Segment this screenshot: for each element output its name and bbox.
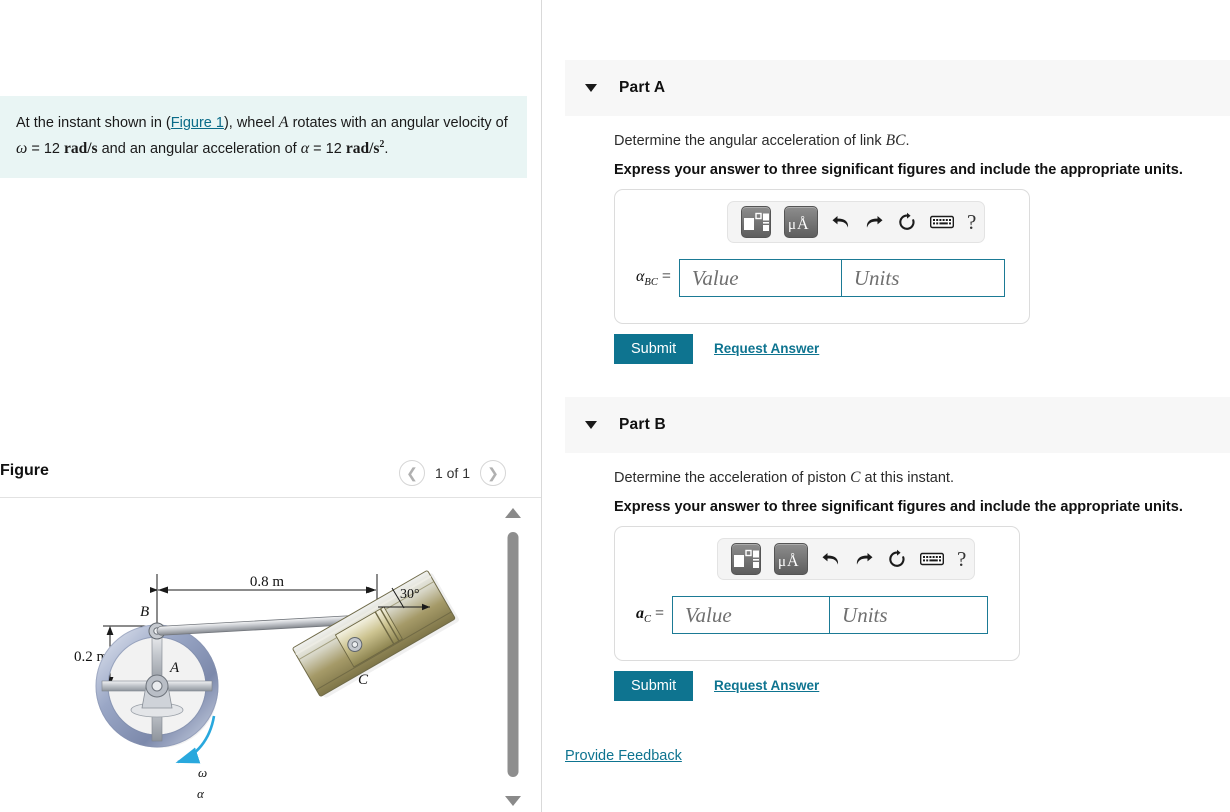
- undo-arrow-icon[interactable]: [821, 547, 841, 571]
- micro-angstrom-units-icon[interactable]: μ Å: [784, 206, 818, 238]
- problem-period: .: [384, 140, 389, 157]
- chevron-right-icon[interactable]: ❯: [480, 460, 506, 486]
- part-a-answer-box: μ Å ? αBC = Value Units: [614, 189, 1030, 324]
- math-template-icon[interactable]: [731, 543, 761, 575]
- reset-circular-arrow-icon[interactable]: [897, 210, 917, 234]
- redo-arrow-icon[interactable]: [854, 547, 874, 571]
- figure-title: Figure: [0, 462, 49, 479]
- part-b-value-input[interactable]: [672, 596, 831, 634]
- svg-text:Å: Å: [797, 215, 809, 233]
- part-a-units-input[interactable]: [841, 259, 1005, 297]
- figure-scrollbar[interactable]: [500, 500, 526, 812]
- mechanism-diagram: 0.8 m 0.2 m A B 30° C ω α: [74, 570, 459, 801]
- right-pane: Part A Determine the angular acceleratio…: [542, 0, 1230, 812]
- left-pane: At the instant shown in (Figure 1), whee…: [0, 0, 541, 812]
- problem-text-2: ), wheel: [223, 115, 279, 131]
- part-a-instruction: Express your answer to three significant…: [614, 162, 1183, 178]
- part-b-question-var: C: [850, 469, 861, 486]
- redo-arrow-icon[interactable]: [864, 210, 884, 234]
- caret-down-icon[interactable]: [585, 421, 597, 429]
- part-a-symbol: αBC =: [636, 267, 671, 289]
- provide-feedback-link[interactable]: Provide Feedback: [565, 748, 682, 764]
- math-template-icon[interactable]: [741, 206, 771, 238]
- part-b-units-input[interactable]: [830, 596, 989, 634]
- wheel-symbol: A: [278, 114, 289, 131]
- part-b-toolbar: μ Å ?: [717, 538, 975, 580]
- part-b-request-answer-link[interactable]: Request Answer: [714, 678, 819, 693]
- part-b-question: Determine the acceleration of piston C a…: [614, 469, 954, 487]
- label-C: C: [358, 672, 369, 688]
- assignment-page: At the instant shown in (Figure 1), whee…: [0, 0, 1230, 812]
- figure-counter: 1 of 1: [434, 465, 470, 481]
- figure-canvas: 0.8 m 0.2 m A B 30° C ω α: [0, 500, 498, 812]
- part-a-header[interactable]: Part A: [565, 60, 1230, 116]
- problem-statement: At the instant shown in (Figure 1), whee…: [0, 96, 527, 178]
- triangle-up-icon[interactable]: [505, 508, 521, 518]
- label-omega: ω: [198, 765, 207, 780]
- undo-arrow-icon[interactable]: [831, 210, 851, 234]
- part-b-answer-box: μ Å ? aC = Value Units: [614, 526, 1020, 661]
- scrollbar-thumb[interactable]: [507, 532, 519, 777]
- part-a-value-input[interactable]: [678, 259, 842, 297]
- triangle-down-icon[interactable]: [505, 796, 521, 806]
- part-a-question-end: .: [905, 133, 910, 149]
- part-a-question-var: BC: [885, 132, 906, 149]
- alpha-symbol: α: [300, 139, 310, 157]
- alpha-units: rad/s2: [345, 138, 385, 157]
- part-b-question-end: at this instant.: [860, 470, 954, 486]
- part-a-submit-button[interactable]: Submit: [614, 334, 694, 364]
- label-B: B: [140, 604, 149, 620]
- part-a-label: Part A: [619, 79, 666, 96]
- problem-text-4: and an angular acceleration of: [97, 140, 301, 157]
- dimension-0-8m: 0.8 m: [250, 574, 285, 590]
- svg-text:Å: Å: [787, 552, 799, 570]
- label-alpha: α: [197, 786, 205, 801]
- part-a-request-answer-link[interactable]: Request Answer: [714, 341, 819, 356]
- part-b-question-text: Determine the acceleration of piston: [614, 470, 851, 486]
- part-b-symbol: aC =: [636, 604, 665, 626]
- figure-1-link[interactable]: Figure 1: [171, 115, 224, 131]
- figure-divider: [0, 497, 541, 498]
- part-b-label: Part B: [619, 416, 666, 433]
- figure-navigation: ❮ 1 of 1 ❯: [398, 460, 506, 486]
- keyboard-icon[interactable]: [930, 210, 954, 234]
- label-A: A: [169, 660, 180, 676]
- omega-value: = 12: [27, 140, 64, 157]
- alpha-value: = 12: [309, 140, 346, 157]
- problem-text-1: At the instant shown in (: [16, 115, 171, 131]
- figure-header: Figure ❮ 1 of 1 ❯: [0, 460, 541, 495]
- part-b-submit-button[interactable]: Submit: [614, 671, 694, 701]
- micro-angstrom-units-icon[interactable]: μ Å: [774, 543, 808, 575]
- part-b-answer-row: aC =: [636, 596, 989, 634]
- omega-units: rad/s: [63, 139, 98, 157]
- problem-text-3: rotates with an angular velocity of: [288, 115, 508, 131]
- svg-text:μ: μ: [788, 217, 796, 233]
- question-mark-icon[interactable]: ?: [957, 547, 966, 572]
- question-mark-icon[interactable]: ?: [967, 210, 976, 235]
- svg-text:μ: μ: [778, 554, 786, 570]
- part-a-toolbar: μ Å ?: [727, 201, 985, 243]
- keyboard-icon[interactable]: [920, 547, 944, 571]
- angle-30: 30°: [400, 587, 420, 602]
- reset-circular-arrow-icon[interactable]: [887, 547, 907, 571]
- scrollbar-track[interactable]: [507, 526, 519, 786]
- caret-down-icon[interactable]: [585, 84, 597, 92]
- chevron-left-icon[interactable]: ❮: [398, 460, 425, 486]
- part-a-question: Determine the angular acceleration of li…: [614, 132, 909, 150]
- part-a-question-text: Determine the angular acceleration of li…: [614, 133, 886, 149]
- omega-symbol: ω: [16, 139, 28, 157]
- part-b-instruction: Express your answer to three significant…: [614, 499, 1183, 515]
- part-b-header[interactable]: Part B: [565, 397, 1230, 453]
- part-a-answer-row: αBC =: [636, 259, 1005, 297]
